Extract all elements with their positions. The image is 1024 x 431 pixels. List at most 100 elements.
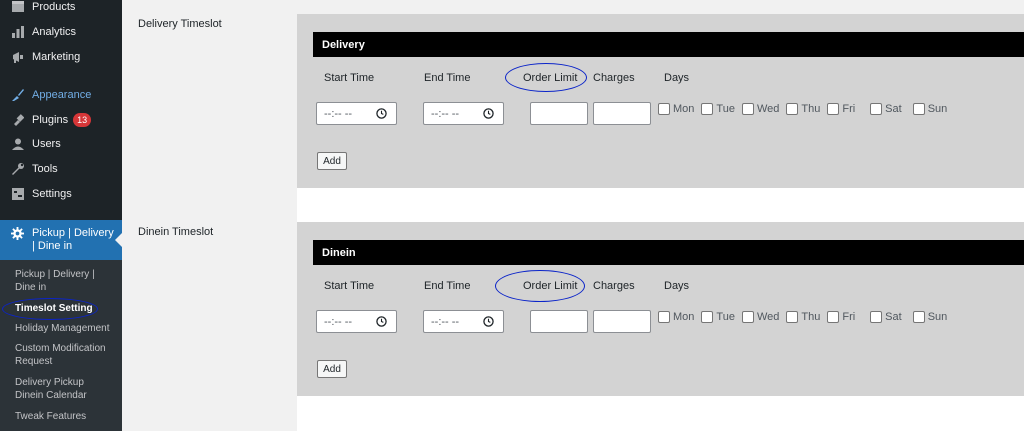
submenu-item-timeslot-setting[interactable]: Timeslot Setting	[15, 302, 115, 315]
day-label: Sun	[927, 103, 948, 115]
day-mon[interactable]: Mon	[658, 311, 694, 323]
checkbox[interactable]	[786, 103, 799, 115]
day-sun[interactable]: Sun	[912, 311, 948, 323]
start-time-input[interactable]: --:-- --	[316, 102, 397, 125]
header-end-time: End Time	[424, 280, 471, 292]
checkbox[interactable]	[701, 311, 714, 323]
clock-icon[interactable]	[376, 316, 387, 327]
users-icon	[11, 137, 25, 151]
delivery-bar-title: Delivery	[313, 32, 1024, 57]
plugin-submenu: Pickup | Delivery | Dine in Timeslot Set…	[0, 260, 122, 431]
day-fri[interactable]: Fri	[827, 103, 855, 115]
end-time-value: --:-- --	[431, 315, 460, 328]
day-label: Wed	[756, 311, 780, 323]
settings-icon	[11, 187, 25, 201]
end-time-input[interactable]: --:-- --	[423, 310, 504, 333]
panel-bottom	[297, 396, 1024, 431]
checkbox[interactable]	[827, 311, 840, 323]
checkbox[interactable]	[827, 103, 840, 115]
day-thu[interactable]: Thu	[786, 103, 820, 115]
day-sat[interactable]: Sat	[870, 311, 902, 323]
day-wed[interactable]: Wed	[741, 103, 780, 115]
active-indicator-arrow	[115, 233, 122, 247]
checkbox[interactable]	[741, 103, 754, 115]
header-start-time: Start Time	[324, 72, 375, 84]
start-time-value: --:-- --	[324, 315, 353, 328]
header-charges: Charges	[593, 280, 635, 292]
day-fri[interactable]: Fri	[827, 311, 855, 323]
days-checkbox-group: Mon Tue Wed Thu Fri Sat Sun	[658, 309, 954, 325]
day-label: Mon	[673, 103, 695, 115]
sidebar-item-label: Pickup | Delivery | Dine in	[32, 227, 114, 252]
charges-input[interactable]	[593, 102, 651, 125]
add-dinein-timeslot-button[interactable]: Add	[317, 360, 347, 378]
day-label: Wed	[756, 103, 780, 115]
day-label: Mon	[673, 311, 695, 323]
submenu-item-custom-modification-request[interactable]: Custom Modification Request	[15, 342, 115, 368]
sidebar-item-analytics[interactable]: Analytics	[0, 21, 122, 43]
dinein-bar-title: Dinein	[313, 240, 1024, 265]
clock-icon[interactable]	[376, 108, 387, 119]
sidebar-item-label: Users	[32, 138, 61, 150]
clock-icon[interactable]	[483, 316, 494, 327]
sidebar-item-label: Analytics	[32, 26, 77, 38]
marketing-icon	[11, 50, 25, 64]
sidebar-item-products[interactable]: Products	[0, 0, 122, 18]
checkbox[interactable]	[870, 103, 883, 115]
submenu-item-calendar[interactable]: Delivery Pickup Dinein Calendar	[15, 376, 115, 402]
header-order-limit: Order Limit	[523, 280, 578, 292]
products-icon	[11, 0, 25, 14]
sidebar-item-plugins[interactable]: Plugins 13	[0, 109, 122, 131]
day-label: Fri	[842, 103, 856, 115]
sidebar-item-label: Marketing	[32, 51, 81, 63]
submenu-item-holiday-management[interactable]: Holiday Management	[15, 322, 115, 335]
sidebar-item-tools[interactable]: Tools	[0, 158, 122, 180]
day-wed[interactable]: Wed	[741, 311, 780, 323]
submenu-item-pickup-delivery-dinein[interactable]: Pickup | Delivery | Dine in	[15, 268, 115, 294]
clock-icon[interactable]	[483, 108, 494, 119]
checkbox[interactable]	[658, 311, 670, 323]
day-label: Sat	[885, 103, 902, 115]
sidebar-item-label: Appearance	[32, 89, 92, 101]
order-limit-input[interactable]	[530, 310, 588, 333]
sidebar-item-settings[interactable]: Settings	[0, 183, 122, 205]
sidebar-item-users[interactable]: Users	[0, 133, 122, 155]
header-start-time: Start Time	[324, 280, 375, 292]
header-days: Days	[664, 280, 690, 292]
checkbox[interactable]	[658, 103, 670, 115]
day-label: Sat	[885, 311, 902, 323]
header-order-limit: Order Limit	[523, 72, 578, 84]
checkbox[interactable]	[786, 311, 799, 323]
tools-icon	[11, 162, 25, 176]
day-tue[interactable]: Tue	[701, 311, 735, 323]
day-label: Thu	[801, 311, 821, 323]
submenu-item-tweak-features[interactable]: Tweak Features	[15, 410, 115, 423]
checkbox[interactable]	[912, 311, 925, 323]
day-label: Tue	[716, 103, 735, 115]
day-mon[interactable]: Mon	[658, 103, 694, 115]
order-limit-input[interactable]	[530, 102, 588, 125]
header-end-time: End Time	[424, 72, 471, 84]
day-sat[interactable]: Sat	[870, 103, 902, 115]
day-label: Sun	[927, 311, 948, 323]
day-thu[interactable]: Thu	[786, 311, 820, 323]
analytics-icon	[11, 25, 25, 39]
sidebar-item-label: Settings	[32, 188, 72, 200]
admin-sidebar: Products Analytics Marketing Appearance …	[0, 0, 122, 431]
end-time-input[interactable]: --:-- --	[423, 102, 504, 125]
day-label: Tue	[716, 311, 735, 323]
day-sun[interactable]: Sun	[912, 103, 948, 115]
sidebar-item-appearance[interactable]: Appearance	[0, 84, 122, 106]
day-tue[interactable]: Tue	[701, 103, 735, 115]
checkbox[interactable]	[912, 103, 925, 115]
start-time-input[interactable]: --:-- --	[316, 310, 397, 333]
panel-gap	[297, 188, 1024, 222]
sidebar-item-marketing[interactable]: Marketing	[0, 46, 122, 68]
checkbox[interactable]	[701, 103, 714, 115]
add-delivery-timeslot-button[interactable]: Add	[317, 152, 347, 170]
checkbox[interactable]	[741, 311, 754, 323]
checkbox[interactable]	[870, 311, 883, 323]
sidebar-item-label: Products	[32, 1, 76, 13]
sidebar-item-pickup-delivery-dinein[interactable]: Pickup | Delivery | Dine in	[0, 220, 122, 260]
charges-input[interactable]	[593, 310, 651, 333]
